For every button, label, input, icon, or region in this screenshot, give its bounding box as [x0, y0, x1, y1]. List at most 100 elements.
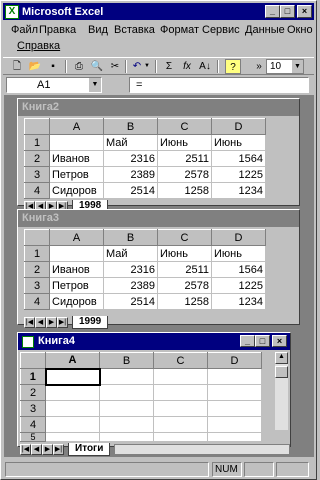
column-header[interactable]: D [211, 118, 266, 135]
excel-app-icon[interactable]: X [5, 4, 19, 19]
cell[interactable]: 1234 [211, 293, 266, 310]
column-header[interactable]: C [153, 352, 208, 369]
column-header[interactable]: A [45, 352, 100, 369]
row-header[interactable]: 1 [24, 134, 50, 151]
cell[interactable] [207, 400, 262, 417]
menu-window[interactable]: Окно [287, 24, 313, 36]
cell[interactable]: 2389 [103, 277, 158, 294]
cell[interactable]: Июнь [211, 134, 266, 151]
menu-format[interactable]: Формат [160, 24, 199, 36]
cell[interactable] [207, 384, 262, 401]
workbook-icon[interactable] [22, 335, 34, 348]
last-sheet-icon[interactable]: ▶| [57, 316, 68, 328]
cell[interactable] [153, 368, 208, 385]
select-all-corner[interactable] [24, 118, 50, 135]
maximize-button[interactable]: □ [255, 335, 270, 347]
cell[interactable] [45, 432, 100, 442]
help-icon[interactable]: ? [225, 59, 241, 74]
cell[interactable] [99, 416, 154, 433]
cell[interactable]: Май [103, 245, 158, 262]
formula-input[interactable]: = [129, 77, 309, 93]
cell[interactable]: Сидоров [49, 293, 104, 310]
workbook-title[interactable]: Книга2 [18, 99, 299, 116]
vertical-scrollbar[interactable]: ▲ [274, 352, 288, 430]
column-header[interactable]: C [157, 118, 212, 135]
cell[interactable]: Май [103, 134, 158, 151]
workbook-window-kniga2[interactable]: Книга2 A B C D 1 Май Июнь Июнь 2 Иванов … [17, 98, 300, 213]
function-wizard-icon[interactable]: fx [179, 59, 195, 74]
name-box[interactable]: A1 ▼ [6, 77, 102, 93]
cell[interactable]: 1564 [211, 261, 266, 278]
cell[interactable]: 2511 [157, 261, 212, 278]
workbook-title-bar[interactable]: Книга4 _ □ × [18, 333, 290, 350]
column-header[interactable]: D [207, 352, 262, 369]
sheet-tab[interactable]: 1999 [72, 315, 109, 329]
menu-data[interactable]: Данные [245, 24, 285, 36]
cell[interactable]: 2578 [157, 277, 212, 294]
scroll-up-icon[interactable]: ▲ [275, 352, 288, 364]
new-file-icon[interactable]: 🗋 [9, 59, 25, 74]
select-all-corner[interactable] [24, 229, 50, 246]
cell[interactable] [45, 384, 100, 401]
column-header[interactable]: B [103, 118, 158, 135]
minimize-button[interactable]: _ [265, 5, 280, 18]
cell[interactable]: 1258 [157, 182, 212, 199]
first-sheet-icon[interactable]: |◀ [20, 443, 31, 455]
next-sheet-icon[interactable]: ▶ [46, 316, 57, 328]
row-header[interactable]: 4 [20, 416, 46, 433]
sort-ascending-icon[interactable]: A↓ [197, 59, 213, 74]
row-header[interactable]: 2 [20, 384, 46, 401]
column-header[interactable]: D [211, 229, 266, 246]
cell[interactable] [153, 400, 208, 417]
cell[interactable] [99, 432, 154, 442]
cell[interactable]: Иванов [49, 261, 104, 278]
cell[interactable]: Сидоров [49, 182, 104, 199]
open-folder-icon[interactable]: 📂 [27, 59, 43, 74]
active-cell[interactable] [44, 367, 101, 386]
prev-sheet-icon[interactable]: ◀ [31, 443, 42, 455]
next-sheet-icon[interactable]: ▶ [42, 443, 53, 455]
cell[interactable] [207, 368, 262, 385]
cell[interactable] [45, 416, 100, 433]
maximize-button[interactable]: □ [280, 5, 295, 18]
scroll-thumb[interactable] [275, 366, 288, 378]
autosum-icon[interactable]: Σ [161, 59, 177, 74]
prev-sheet-icon[interactable]: ◀ [35, 316, 46, 328]
cell[interactable] [207, 416, 262, 433]
cell[interactable]: 2316 [103, 150, 158, 167]
print-icon[interactable]: ⎙ [71, 59, 87, 74]
row-header[interactable]: 4 [24, 182, 50, 199]
column-header[interactable]: A [49, 118, 104, 135]
cell[interactable]: Иванов [49, 150, 104, 167]
workbook-window-kniga3[interactable]: Книга3 A B C D 1 Май Июнь Июнь 2 Иванов … [17, 209, 300, 329]
select-all-corner[interactable] [20, 352, 46, 369]
menu-file[interactable]: Файл [11, 24, 38, 36]
horizontal-scrollbar[interactable] [114, 443, 290, 455]
zoom-select[interactable]: 10 ▼ [266, 59, 304, 74]
cell[interactable] [45, 400, 100, 417]
workbook-window-kniga4[interactable]: Книга4 _ □ × A B C D 1 2 3 4 5 ▲ |◀ ◀ ▶ … [17, 332, 291, 456]
cell[interactable]: 2514 [103, 293, 158, 310]
cell[interactable]: 1225 [211, 277, 266, 294]
cell[interactable]: 1225 [211, 166, 266, 183]
title-bar[interactable]: X Microsoft Excel _ □ × [3, 3, 314, 20]
row-header[interactable]: 4 [24, 293, 50, 310]
column-header[interactable]: B [103, 229, 158, 246]
menu-edit[interactable]: Правка [39, 24, 76, 36]
column-header[interactable]: A [49, 229, 104, 246]
row-header[interactable]: 5 [20, 432, 46, 442]
row-header[interactable]: 3 [24, 277, 50, 294]
toolbar-overflow-icon[interactable]: » [251, 59, 267, 74]
cell[interactable]: Петров [49, 277, 104, 294]
column-header[interactable]: C [157, 229, 212, 246]
row-header[interactable]: 3 [20, 400, 46, 417]
sheet-tab[interactable]: Итоги [68, 442, 111, 456]
menu-view[interactable]: Вид [88, 24, 108, 36]
cell[interactable] [99, 384, 154, 401]
cell[interactable]: 1234 [211, 182, 266, 199]
cell[interactable]: 1258 [157, 293, 212, 310]
last-sheet-icon[interactable]: ▶| [53, 443, 64, 455]
first-sheet-icon[interactable]: |◀ [24, 316, 35, 328]
cell[interactable]: 2514 [103, 182, 158, 199]
row-header[interactable]: 2 [24, 150, 50, 167]
